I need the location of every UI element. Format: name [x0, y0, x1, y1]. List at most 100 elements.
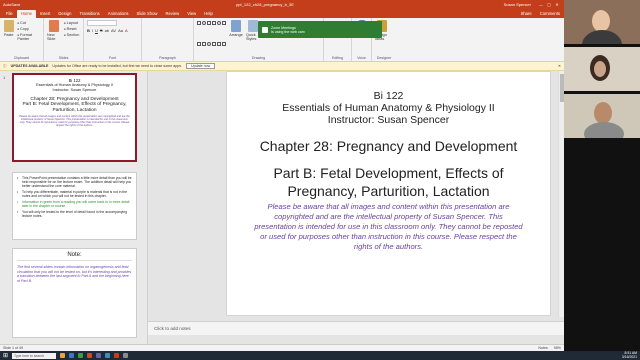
notification-subtitle: Is using the web cam [271, 29, 305, 34]
participant-1-body [582, 30, 622, 44]
thumb-disclaimer: Please be aware that all images and cont… [19, 115, 130, 127]
section-button[interactable]: Section [64, 33, 80, 37]
slide-thumbnail-panel[interactable]: 1 Bi 122 Essentials of Human Anatomy & P… [0, 71, 148, 344]
video-gallery [564, 0, 640, 351]
italic-button[interactable]: I [92, 28, 93, 33]
minimize-button[interactable]: — [537, 2, 545, 7]
slide-instructor[interactable]: Instructor: Susan Spencer [227, 114, 550, 126]
thumb-instructor: Instructor: Susan Spencer [52, 88, 97, 92]
ribbon-home: Paste Cut Copy Format Painter Clipboard … [0, 18, 564, 62]
shapes-gallery[interactable] [197, 21, 226, 61]
clock-date: 3/16/2021 [621, 354, 637, 359]
taskbar-app-icon[interactable] [78, 353, 84, 358]
notes-pane[interactable]: Click to add notes [148, 321, 564, 335]
slide-disclaimer[interactable]: Please be aware that all images and cont… [227, 200, 550, 252]
tab-insert[interactable]: Insert [36, 10, 54, 18]
reset-button[interactable]: Reset [64, 27, 79, 31]
maximize-button[interactable]: ▢ [545, 2, 553, 7]
system-clock[interactable]: 8:51 AM 3/16/2021 [621, 351, 637, 359]
infobar-message: Updates for Office are ready to be insta… [52, 64, 182, 68]
comments-button[interactable]: Comments [536, 10, 564, 18]
notes-bullet-list: This PowerPoint presentation contains a … [17, 176, 132, 218]
shadow-button[interactable]: ab [105, 28, 109, 33]
participant-3-body [584, 122, 624, 138]
strikethrough-button[interactable]: S [100, 28, 103, 33]
tab-design[interactable]: Design [54, 10, 75, 18]
tab-transitions[interactable]: Transitions [75, 10, 103, 18]
zoom-level[interactable]: 98% [554, 346, 561, 350]
taskbar-app-icon[interactable] [96, 353, 102, 358]
tab-review[interactable]: Review [161, 10, 183, 18]
slide-subtitle[interactable]: Part B: Fetal Development, Effects of Pr… [227, 164, 550, 200]
slides-group: New Slide Layout Reset Section Slides [44, 18, 84, 61]
slide-count: Slide 1 of 49 [3, 346, 23, 350]
copy-button[interactable]: Copy [17, 27, 40, 31]
slide-course-title[interactable]: Essentials of Human Anatomy & Physiology… [227, 102, 550, 114]
video-tile-2[interactable] [564, 47, 640, 91]
close-icon[interactable]: ✕ [558, 64, 561, 68]
slide-thumbnail[interactable]: Bi 122 Essentials of Human Anatomy & Phy… [12, 73, 137, 162]
font-color-button[interactable]: A [125, 28, 128, 33]
tab-view[interactable]: View [183, 10, 200, 18]
taskbar-app-icon[interactable] [105, 353, 111, 358]
powerpoint-window: AutoSave ppt_122_ch28_pregnancy_b_3E Sus… [0, 0, 564, 351]
autosave-toggle[interactable]: AutoSave [3, 2, 20, 7]
tab-animations[interactable]: Animations [104, 10, 133, 18]
taskbar-app-icon[interactable] [114, 353, 120, 358]
update-now-button[interactable]: Update now [186, 63, 216, 69]
start-button[interactable]: ⊞ [3, 352, 8, 359]
document-title: ppt_122_ch28_pregnancy_b_3E [236, 2, 294, 7]
paragraph-label: Paragraph [159, 56, 176, 60]
taskbar-search[interactable]: Type here to search [12, 352, 57, 359]
char-spacing-button[interactable]: AV [111, 28, 116, 33]
editing-label: Editing [332, 56, 343, 60]
paste-icon [3, 20, 14, 32]
new-slide-icon [49, 20, 59, 32]
drawing-label: Drawing [251, 56, 266, 60]
tab-slide-show[interactable]: Slide Show [133, 10, 162, 18]
paste-label: Paste [3, 33, 14, 37]
arrange-button[interactable]: Arrange [229, 20, 243, 61]
tab-help[interactable]: Help [200, 10, 217, 18]
info-icon: ⓘ [3, 63, 7, 68]
paste-button[interactable]: Paste [3, 20, 14, 61]
bold-button[interactable]: B [87, 28, 90, 33]
note-title: Note: [67, 252, 82, 258]
layout-button[interactable]: Layout [64, 21, 79, 25]
designer-label: Designer [376, 56, 392, 60]
underline-button[interactable]: U [95, 28, 98, 33]
tab-home[interactable]: Home [16, 10, 36, 18]
new-slide-button[interactable]: New Slide [47, 20, 61, 61]
font-name-box[interactable] [87, 20, 117, 26]
slide-number: 1 [3, 75, 6, 80]
slide-course[interactable]: Bi 122 [227, 90, 550, 102]
taskbar-app-icon[interactable] [87, 353, 93, 358]
slide-chapter-title[interactable]: Chapter 28: Pregnancy and Development [227, 138, 550, 154]
slide-editor: Bi 122 Essentials of Human Anatomy & Phy… [148, 71, 564, 344]
notes-toggle[interactable]: Notes [538, 346, 547, 350]
paragraph-group: Paragraph [142, 18, 194, 61]
clipboard-group: Paste Cut Copy Format Painter Clipboard [0, 18, 44, 61]
notes-bullet-1: This PowerPoint presentation contains a … [17, 176, 132, 189]
taskbar-app-icon[interactable] [69, 353, 75, 358]
user-name[interactable]: Susan Spencer [504, 2, 531, 7]
font-format-row: B I U S ab AV Aa A [87, 28, 138, 33]
slides-actions: Layout Reset Section [64, 20, 80, 61]
tab-file[interactable]: File [2, 10, 17, 18]
taskbar-app-icon[interactable] [60, 353, 66, 358]
video-tile-1[interactable] [564, 0, 640, 44]
current-slide[interactable]: Bi 122 Essentials of Human Anatomy & Phy… [226, 71, 551, 316]
updates-infobar: ⓘ UPDATES AVAILABLE Updates for Office a… [0, 62, 564, 71]
workspace: 1 Bi 122 Essentials of Human Anatomy & P… [0, 71, 564, 344]
taskbar-app-icon[interactable] [123, 353, 129, 358]
zoom-notification[interactable]: Zoom Meetings Is using the web cam [258, 21, 382, 38]
cut-button[interactable]: Cut [17, 21, 40, 25]
share-button[interactable]: Share [517, 10, 536, 18]
font-group: B I U S ab AV Aa A Font [84, 18, 142, 61]
notes-bullet-3: Information in green from a reading you … [17, 200, 132, 208]
change-case-button[interactable]: Aa [118, 28, 123, 33]
video-tile-3[interactable] [564, 94, 640, 138]
format-painter-button[interactable]: Format Painter [17, 33, 40, 41]
close-button[interactable]: ✕ [553, 2, 561, 7]
notes-card-note: Note: The first several slides contain i… [12, 248, 137, 338]
